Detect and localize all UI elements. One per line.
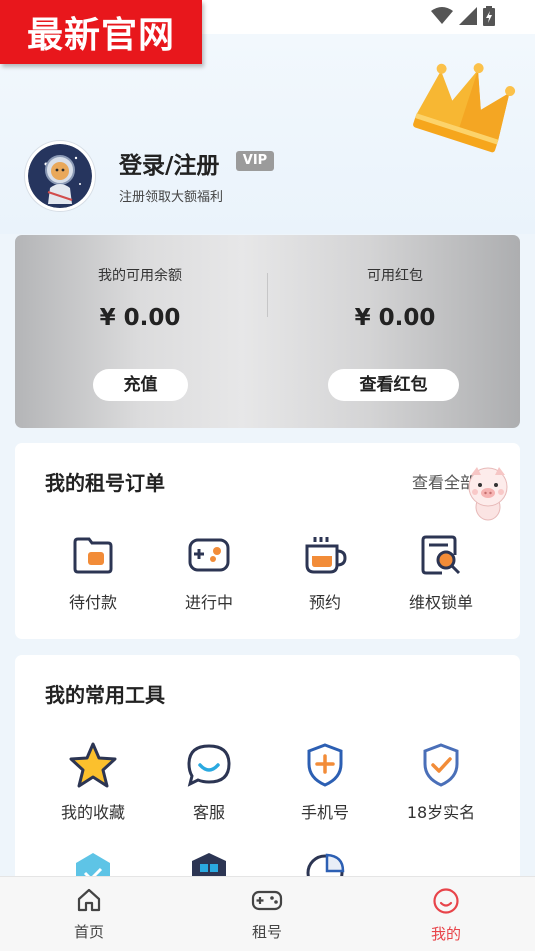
vip-badge: VIP	[236, 151, 274, 171]
view-redpacket-button[interactable]: 查看红包	[328, 369, 459, 401]
wallet-icon	[73, 537, 113, 574]
orders-card: 我的租号订单 查看全部 待付款 进行中 预约 维权锁单	[15, 443, 520, 639]
tool-customer-service[interactable]: 客服	[151, 743, 267, 823]
tools-card: 我的常用工具 我的收藏 客服 手机号 18岁实名	[15, 655, 520, 895]
brand-watermark: 最新官网	[0, 0, 202, 64]
order-pending-payment-label: 待付款	[68, 593, 117, 612]
redpacket-amount: ¥ 0.00	[354, 305, 436, 331]
balance-section: 我的可用余额 ¥ 0.00	[30, 265, 250, 331]
redpacket-section: 可用红包 ¥ 0.00	[285, 265, 505, 331]
gamepad-icon	[251, 890, 283, 911]
shield-plus-icon	[307, 743, 343, 787]
tool-favorites-label: 我的收藏	[60, 803, 125, 822]
order-reservation-label: 预约	[308, 593, 341, 612]
order-in-progress[interactable]: 进行中	[151, 533, 267, 613]
redpacket-label: 可用红包	[367, 268, 423, 284]
tab-mine-label: 我的	[430, 925, 461, 943]
tab-rent-account[interactable]: 租号	[222, 887, 312, 942]
wallet-divider	[267, 273, 268, 317]
wifi-icon	[431, 7, 453, 24]
tab-mine[interactable]: 我的	[401, 887, 491, 944]
tool-real-name-18-label: 18岁实名	[406, 803, 476, 822]
gamepad-icon	[188, 538, 230, 572]
search-document-icon	[421, 535, 461, 575]
tool-phone-number[interactable]: 手机号	[267, 743, 383, 823]
order-dispute-lock-label: 维权锁单	[408, 593, 473, 612]
profile-icon	[433, 888, 459, 914]
crown-icon	[413, 63, 516, 153]
coffee-cup-icon	[305, 537, 347, 574]
tab-home[interactable]: 首页	[44, 887, 134, 942]
order-reservation[interactable]: 预约	[267, 533, 383, 613]
bottom-tab-bar: 首页 租号 我的	[0, 876, 535, 951]
battery-icon	[483, 6, 495, 26]
tool-real-name-18[interactable]: 18岁实名	[383, 743, 499, 823]
signal-icon	[459, 7, 477, 25]
avatar[interactable]	[25, 141, 95, 211]
tab-home-label: 首页	[73, 923, 104, 941]
star-icon	[69, 742, 117, 788]
chat-bubble-icon	[187, 744, 231, 787]
login-register-link[interactable]: 登录/注册	[119, 146, 219, 180]
tool-favorites[interactable]: 我的收藏	[35, 742, 151, 823]
tool-customer-service-label: 客服	[192, 803, 225, 822]
tools-title: 我的常用工具	[45, 683, 165, 707]
wallet-card: 我的可用余额 ¥ 0.00 可用红包 ¥ 0.00 充值 查看红包	[15, 235, 520, 428]
balance-amount: ¥ 0.00	[99, 305, 181, 331]
order-dispute-lock[interactable]: 维权锁单	[383, 533, 499, 613]
order-in-progress-label: 进行中	[184, 593, 233, 612]
recharge-button[interactable]: 充值	[93, 369, 188, 401]
astronaut-avatar-icon	[28, 144, 92, 208]
tab-rent-account-label: 租号	[251, 923, 282, 941]
home-icon	[77, 888, 101, 912]
balance-label: 我的可用余额	[98, 268, 182, 284]
order-pending-payment[interactable]: 待付款	[35, 533, 151, 613]
login-subtitle: 注册领取大额福利	[119, 190, 224, 205]
shield-check-icon	[423, 743, 459, 787]
pig-mascot-icon[interactable]	[465, 465, 511, 523]
orders-title: 我的租号订单	[45, 471, 165, 495]
tool-phone-number-label: 手机号	[300, 803, 349, 822]
